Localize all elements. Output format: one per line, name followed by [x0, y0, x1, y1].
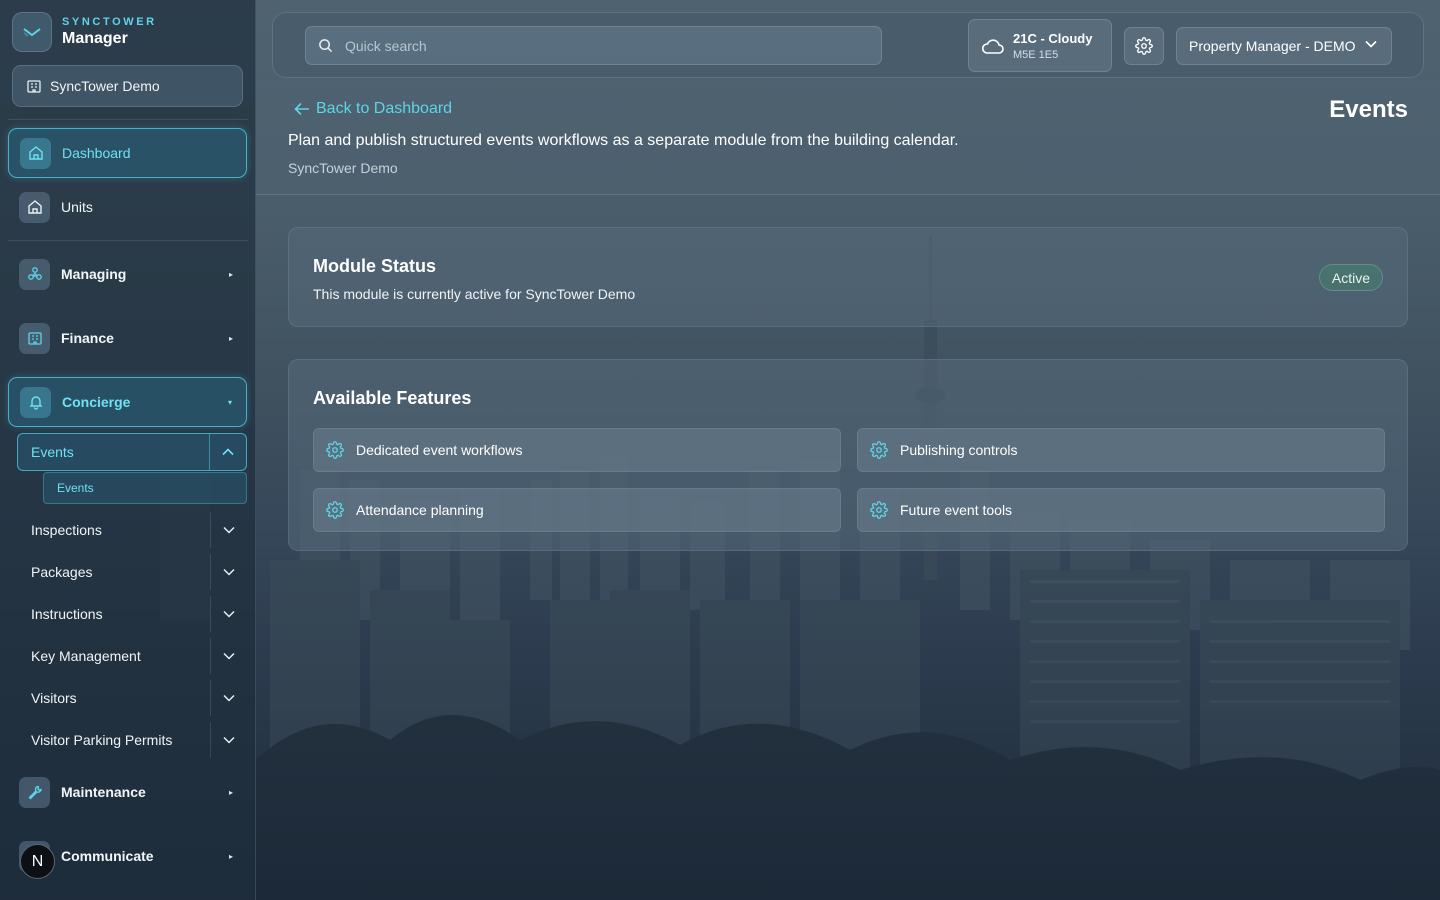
feature-item[interactable]: Publishing controls: [857, 428, 1385, 472]
sidebar-subitem-visitors[interactable]: Visitors: [17, 678, 247, 718]
sidebar-item-label: Managing: [61, 266, 127, 282]
sidebar-subitem-label: Visitor Parking Permits: [31, 732, 173, 748]
sidebar-item-managing[interactable]: Managing ▸: [8, 249, 247, 299]
chevron-down-icon[interactable]: [210, 638, 247, 674]
settings-button[interactable]: [1124, 27, 1164, 65]
building-icon: [19, 322, 50, 354]
sidebar-item-label: Maintenance: [61, 784, 146, 800]
sidebar-divider: [8, 240, 248, 241]
sidebar-divider: [8, 119, 248, 120]
caret-right-icon: ▸: [228, 333, 233, 343]
sidebar-subsubitem-label: Events: [57, 481, 94, 495]
gear-icon: [1135, 37, 1153, 55]
weather-location: M5E 1E5: [1013, 48, 1059, 61]
sidebar-item-maintenance[interactable]: Maintenance ▸: [8, 767, 247, 817]
organization-selector[interactable]: SyncTower Demo: [12, 65, 243, 107]
page-title: Events: [1329, 96, 1408, 123]
network-icon: [19, 258, 50, 290]
bell-icon: [20, 386, 51, 418]
sidebar-item-concierge[interactable]: Concierge ▾: [8, 377, 247, 427]
feature-item[interactable]: Attendance planning: [313, 488, 841, 532]
avatar[interactable]: N: [20, 844, 55, 879]
chevron-down-icon[interactable]: [210, 554, 247, 590]
features-title: Available Features: [313, 388, 472, 408]
available-features-card: Available Features Dedicated event workf…: [288, 359, 1408, 551]
role-selector[interactable]: Property Manager - DEMO: [1176, 27, 1392, 65]
caret-down-icon: ▾: [227, 397, 232, 407]
sidebar: SYNCTOWER Manager SyncTower Demo Dashboa…: [0, 0, 256, 900]
role-label: Property Manager - DEMO: [1189, 38, 1356, 54]
page-header: Back to Dashboard Plan and publish struc…: [256, 80, 1440, 195]
module-status-description: This module is currently active for Sync…: [313, 286, 636, 302]
page-description: Plan and publish structured events workf…: [288, 132, 959, 149]
feature-label: Publishing controls: [900, 442, 1018, 458]
top-bar: 21C - Cloudy M5E 1E5 Property Manager - …: [272, 12, 1424, 78]
caret-right-icon: ▸: [228, 851, 233, 861]
gear-icon: [870, 441, 888, 459]
brand-name: SYNCTOWER: [62, 16, 157, 28]
weather-widget[interactable]: 21C - Cloudy M5E 1E5: [968, 19, 1112, 72]
home-icon: [20, 137, 51, 169]
module-status-card: Module Status This module is currently a…: [288, 227, 1408, 327]
chevron-up-icon[interactable]: [209, 434, 246, 470]
sidebar-item-label: Concierge: [62, 394, 131, 410]
brand-subtitle: Manager: [62, 30, 128, 47]
status-badge: Active: [1318, 264, 1383, 291]
gear-icon: [326, 501, 344, 519]
feature-label: Dedicated event workflows: [356, 442, 523, 458]
arrow-left-icon: [294, 102, 310, 116]
chevron-down-icon[interactable]: [210, 512, 247, 548]
sidebar-item-units[interactable]: Units: [8, 182, 247, 232]
chevron-down-icon[interactable]: [210, 722, 247, 758]
gear-icon: [326, 441, 344, 459]
sidebar-item-finance[interactable]: Finance ▸: [8, 313, 247, 363]
sidebar-subitem-inspections[interactable]: Inspections: [17, 510, 247, 550]
sidebar-subitem-label: Packages: [31, 564, 93, 580]
sidebar-subitem-packages[interactable]: Packages: [17, 552, 247, 592]
feature-label: Attendance planning: [356, 502, 484, 518]
back-to-dashboard-link[interactable]: Back to Dashboard: [288, 100, 452, 118]
caret-right-icon: ▸: [228, 269, 233, 279]
brand[interactable]: SYNCTOWER Manager: [12, 12, 157, 52]
feature-label: Future event tools: [900, 502, 1013, 518]
sidebar-item-label: Communicate: [61, 848, 154, 864]
brand-logo-icon: [12, 12, 52, 52]
sidebar-subitem-label: Visitors: [31, 690, 77, 706]
module-status-title: Module Status: [313, 256, 437, 276]
chevron-down-icon[interactable]: [210, 596, 247, 632]
sidebar-subitem-visitor-parking-permits[interactable]: Visitor Parking Permits: [17, 720, 247, 760]
feature-item[interactable]: Dedicated event workflows: [313, 428, 841, 472]
sidebar-subitem-label: Inspections: [31, 522, 102, 538]
page-organization: SyncTower Demo: [288, 160, 398, 176]
chevron-down-icon[interactable]: [210, 680, 247, 716]
wrench-icon: [19, 776, 50, 808]
sidebar-subitem-label: Events: [31, 444, 74, 460]
sidebar-item-label: Units: [61, 199, 93, 215]
sidebar-subsubitem-events[interactable]: Events: [43, 472, 247, 504]
weather-condition: 21C - Cloudy: [1013, 30, 1093, 46]
feature-item[interactable]: Future event tools: [857, 488, 1385, 532]
sidebar-subitem-instructions[interactable]: Instructions: [17, 594, 247, 634]
gear-icon: [870, 501, 888, 519]
sidebar-item-label: Dashboard: [62, 145, 131, 161]
sidebar-subitem-label: Key Management: [31, 648, 141, 664]
sidebar-subitem-events[interactable]: Events: [17, 433, 247, 471]
home-icon: [19, 191, 50, 223]
search-icon: [318, 38, 333, 53]
cloud-icon: [981, 37, 1005, 55]
organization-name: SyncTower Demo: [50, 78, 160, 94]
sidebar-item-dashboard[interactable]: Dashboard: [8, 128, 247, 178]
search-box[interactable]: [305, 26, 882, 65]
building-icon: [26, 78, 42, 94]
chevron-down-icon: [1365, 40, 1377, 48]
search-input[interactable]: [345, 37, 845, 54]
sidebar-subitem-key-management[interactable]: Key Management: [17, 636, 247, 676]
back-link-label: Back to Dashboard: [316, 100, 453, 117]
sidebar-subitem-label: Instructions: [31, 606, 103, 622]
sidebar-item-label: Finance: [61, 330, 114, 346]
caret-right-icon: ▸: [228, 787, 233, 797]
